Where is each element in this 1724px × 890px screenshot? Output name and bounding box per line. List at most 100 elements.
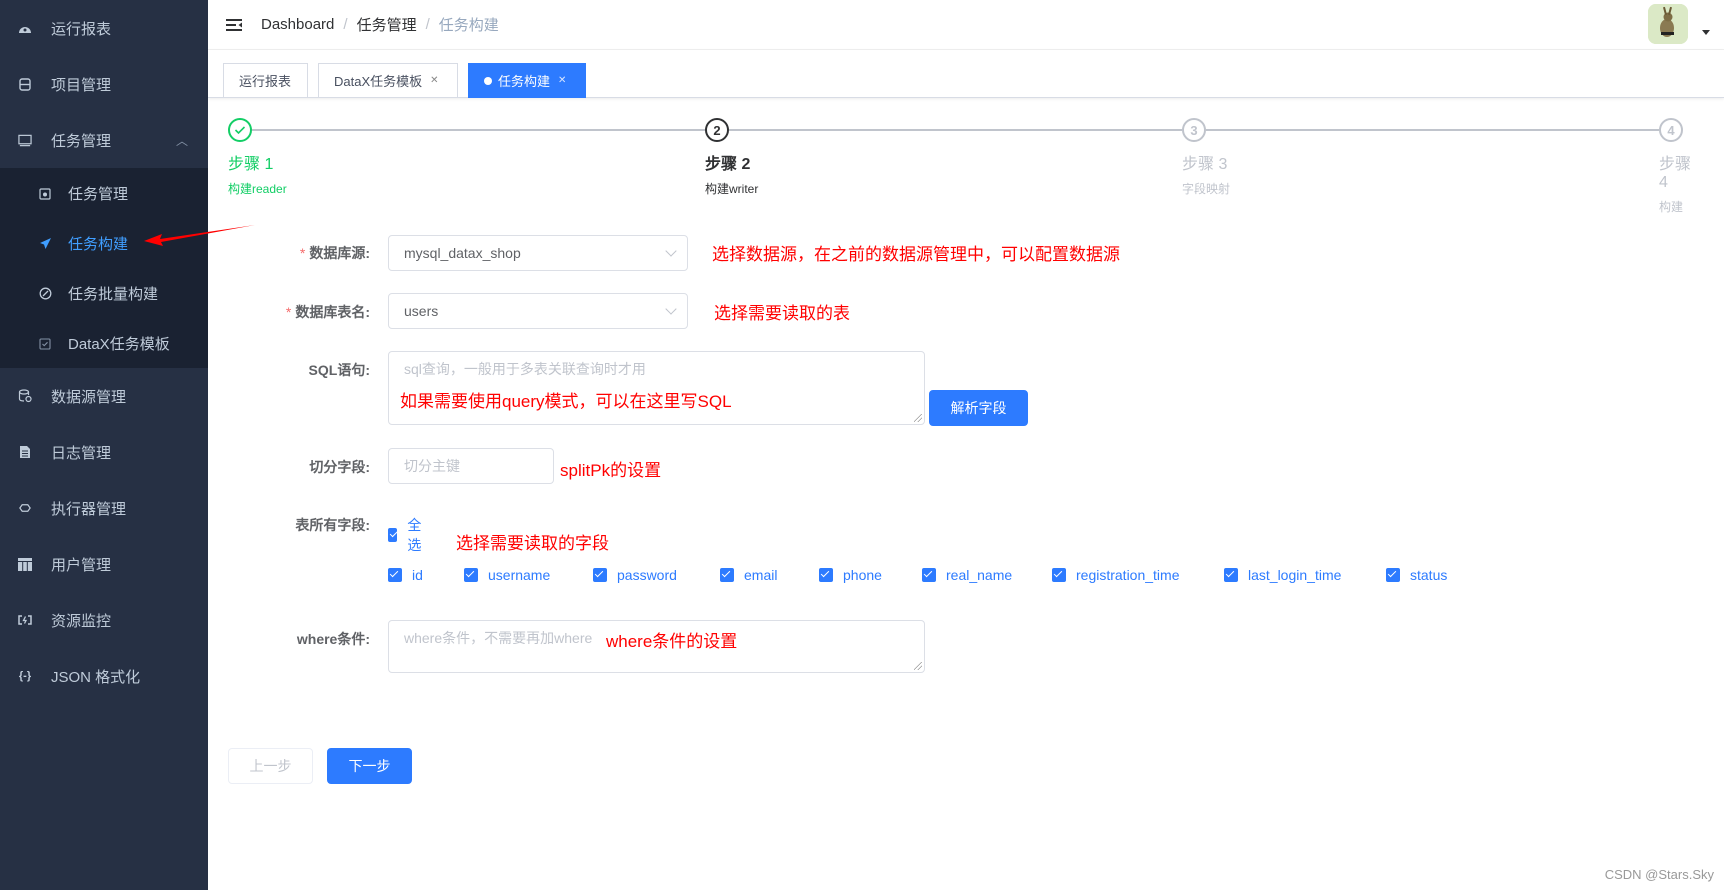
close-icon[interactable]: ✕ <box>558 75 566 86</box>
annotation-arrow-icon <box>144 225 255 246</box>
check-icon <box>228 118 252 142</box>
step-title: 步骤 2 <box>705 156 751 173</box>
annotation-fields: 选择需要读取的字段 <box>456 529 609 554</box>
watermark: CSDN @Stars.Sky <box>1604 867 1714 882</box>
annotation-datasource: 选择数据源，在之前的数据源管理中，可以配置数据源 <box>712 240 1120 265</box>
submenu-item-batch-build[interactable]: 任务批量构建 <box>0 268 208 318</box>
step-1: 步骤 1 构建reader <box>228 118 287 197</box>
resize-handle-icon[interactable] <box>914 662 922 670</box>
step-title: 步骤 1 <box>228 156 274 173</box>
checkbox-checked-icon <box>922 568 936 582</box>
field-checkbox-label: phone <box>843 567 882 583</box>
submenu-item-label: DataX任务模板 <box>68 335 170 353</box>
close-icon[interactable]: ✕ <box>430 75 438 86</box>
submenu-item-task-management[interactable]: 任务管理 <box>0 168 208 218</box>
field-checkbox-label: id <box>412 567 423 583</box>
field-checkbox-label: status <box>1410 567 1448 583</box>
step-connector <box>1206 129 1659 131</box>
monitor-icon <box>18 133 32 147</box>
step-description: 构建 <box>1659 200 1684 214</box>
breadcrumb-separator: / <box>343 16 348 33</box>
steps: 步骤 1 构建reader 2 步骤 2 构建writer 3 步骤 3 字段映… <box>228 118 1704 214</box>
parse-fields-button[interactable]: 解析字段 <box>929 390 1028 426</box>
annotation-table: 选择需要读取的表 <box>714 299 850 324</box>
field-checkbox-last-login-time[interactable]: last_login_time <box>1224 567 1341 583</box>
sidebar-item-task-management[interactable]: 任务管理 ︿ <box>0 112 208 168</box>
send-icon <box>38 236 52 250</box>
select-all-checkbox[interactable]: 全选 <box>388 515 426 555</box>
sql-label: SQL语句: <box>308 362 370 378</box>
sidebar-item-label: 用户管理 <box>51 556 112 574</box>
prev-step-button[interactable]: 上一步 <box>228 748 313 784</box>
chevron-down-icon <box>665 245 677 257</box>
annotation-split: splitPk的设置 <box>560 456 662 481</box>
tags-view: 运行报表 DataX任务模板 ✕ 任务构建 ✕ <box>208 50 1724 98</box>
field-checkbox-label: last_login_time <box>1248 567 1342 583</box>
sidebar-item-users[interactable]: 用户管理 <box>0 536 208 592</box>
table-select[interactable]: users <box>388 293 688 329</box>
resize-handle-icon[interactable] <box>914 414 922 422</box>
sidebar-item-label: 运行报表 <box>51 20 112 38</box>
sidebar-item-label: 执行器管理 <box>51 500 127 518</box>
step-title: 步骤 4 <box>1659 156 1692 191</box>
table-value: users <box>404 303 439 319</box>
tag-datax-template[interactable]: DataX任务模板 ✕ <box>318 63 458 98</box>
sidebar-item-executors[interactable]: 执行器管理 <box>0 480 208 536</box>
caret-down-icon[interactable] <box>1702 30 1710 35</box>
field-checkbox-phone[interactable]: phone <box>819 567 882 583</box>
split-label: 切分字段: <box>309 459 370 475</box>
tag-label: 任务构建 <box>498 74 551 89</box>
tag-task-build[interactable]: 任务构建 ✕ <box>468 63 586 98</box>
sidebar-item-dashboard[interactable]: 运行报表 <box>0 0 208 56</box>
sidebar-item-label: JSON 格式化 <box>51 668 141 686</box>
checkbox-checked-icon <box>1224 568 1238 582</box>
step-number: 3 <box>1182 118 1206 142</box>
tag-label: 运行报表 <box>239 74 292 89</box>
next-step-button[interactable]: 下一步 <box>327 748 412 784</box>
tag-dashboard[interactable]: 运行报表 <box>223 63 308 98</box>
task-submenu: 任务管理 任务构建 任务批量构建 DataX任务模板 <box>0 168 208 368</box>
field-checkbox-registration-time[interactable]: registration_time <box>1052 567 1180 583</box>
datasource-select[interactable]: mysql_datax_shop <box>388 235 688 271</box>
checkbox-checked-icon <box>1052 568 1066 582</box>
sidebar-item-datasource[interactable]: 数据源管理 <box>0 368 208 424</box>
submenu-item-label: 任务管理 <box>68 185 129 203</box>
clipboard-icon <box>38 336 52 350</box>
breadcrumb-item-current: 任务构建 <box>438 17 499 34</box>
sidebar-item-logs[interactable]: 日志管理 <box>0 424 208 480</box>
gauge-icon <box>38 286 52 300</box>
split-input[interactable]: 切分主键 <box>388 448 554 484</box>
field-checkbox-label: password <box>617 567 677 583</box>
field-checkbox-email[interactable]: email <box>720 567 777 583</box>
battery-icon <box>18 613 32 627</box>
split-placeholder: 切分主键 <box>404 458 460 474</box>
table-icon <box>18 557 32 571</box>
breadcrumb-item-dashboard[interactable]: Dashboard <box>261 16 334 33</box>
checkbox-checked-icon <box>388 528 398 542</box>
field-checkbox-label: username <box>488 567 551 583</box>
hamburger-toggle[interactable] <box>223 14 245 36</box>
sidebar-item-projects[interactable]: 项目管理 <box>0 56 208 112</box>
project-icon <box>18 77 32 91</box>
breadcrumb-item-task-management[interactable]: 任务管理 <box>357 14 417 35</box>
field-checkbox-id[interactable]: id <box>388 567 423 583</box>
avatar[interactable] <box>1648 4 1688 44</box>
sidebar-item-resource-monitor[interactable]: 资源监控 <box>0 592 208 648</box>
submenu-item-datax-template[interactable]: DataX任务模板 <box>0 318 208 368</box>
sidebar-item-label: 项目管理 <box>51 76 112 94</box>
field-checkbox-real-name[interactable]: real_name <box>922 567 1012 583</box>
step-4: 4 步骤 4 构建 <box>1659 118 1704 215</box>
field-checkbox-username[interactable]: username <box>464 567 550 583</box>
menu-fold-icon <box>226 18 242 31</box>
field-checkbox-status[interactable]: status <box>1386 567 1447 583</box>
submenu-item-label: 任务批量构建 <box>68 285 159 303</box>
submenu-item-label: 任务构建 <box>68 235 129 253</box>
step-connector <box>252 129 705 131</box>
step-title: 步骤 3 <box>1182 156 1228 173</box>
field-checkbox-password[interactable]: password <box>593 567 677 583</box>
step-number: 2 <box>705 118 729 142</box>
checkbox-checked-icon <box>819 568 833 582</box>
navbar: Dashboard / 任务管理 / 任务构建 <box>208 0 1724 50</box>
sidebar-item-json-format[interactable]: {-} JSON 格式化 <box>0 648 208 704</box>
sidebar: 运行报表 项目管理 任务管理 ︿ 任务管理 任务构建 任务批量构建 DataX任… <box>0 0 208 890</box>
